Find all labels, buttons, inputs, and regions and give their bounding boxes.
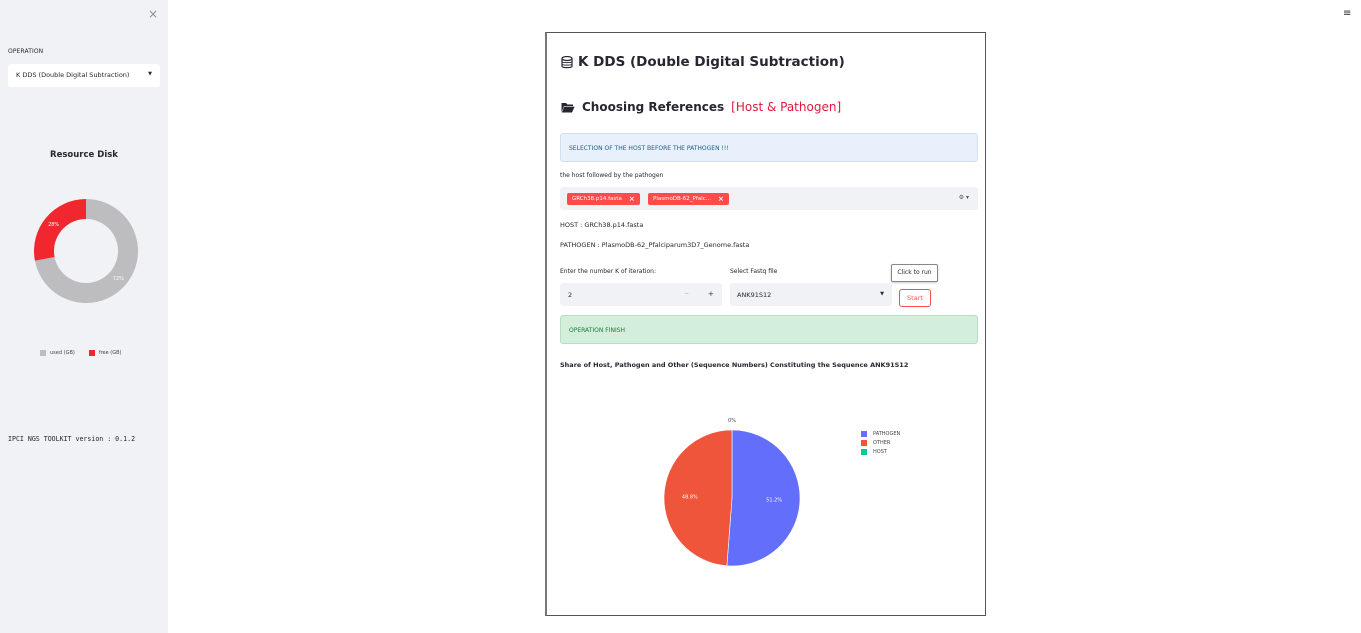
tag-host: GRCh38.p14.fasta × [567, 193, 640, 205]
donut-label-used: 72% [113, 276, 124, 282]
start-button[interactable]: Start [899, 289, 931, 307]
remove-tag-icon[interactable]: × [629, 195, 635, 203]
fastq-label: Select Fastq file [730, 268, 778, 275]
pie-slice-pathogen [726, 429, 801, 567]
decrement-button[interactable]: − [684, 290, 689, 297]
reference-multiselect[interactable]: GRCh38.p14.fasta × PlasmoDB-62_Pfalc... … [560, 187, 978, 210]
section-title-highlight: [Host & Pathogen] [731, 100, 842, 114]
remove-tag-icon[interactable]: × [718, 195, 724, 203]
success-banner: OPERATION FINISH [560, 315, 978, 344]
pathogen-line: PATHOGEN : PlasmoDB-62_Pfalciparum3D7_Ge… [560, 241, 750, 249]
pie-legend: PATHOGEN OTHER HOST [861, 431, 900, 458]
increment-button[interactable]: + [708, 290, 714, 298]
legend-swatch [861, 431, 867, 437]
tag-host-label: GRCh38.p14.fasta [572, 196, 622, 202]
pie-slice-other [663, 429, 733, 567]
host-line: HOST : GRCh38.p14.fasta [560, 221, 644, 229]
sidebar: × OPERATION K DDS (Double Digital Subtra… [0, 0, 168, 633]
main-card: K DDS (Double Digital Subtraction) Choos… [545, 32, 986, 616]
page-title-text: K DDS (Double Digital Subtraction) [578, 54, 845, 70]
legend-free: free (GB) [98, 350, 122, 356]
multiselect-label: the host followed by the pathogen [560, 172, 664, 179]
section-title-text: Choosing References [582, 100, 725, 114]
chevron-down-icon: ▼ [880, 291, 884, 297]
donut-label-free: 28% [48, 222, 59, 228]
legend-swatch [861, 440, 867, 446]
k-iteration-value: 2 [568, 291, 573, 299]
database-icon [561, 55, 573, 68]
operation-select[interactable]: K DDS (Double Digital Subtraction) ▼ [8, 64, 160, 87]
k-iteration-label: Enter the number K of iteration: [560, 268, 656, 275]
folder-open-icon [561, 102, 575, 112]
pie-label-host: 0% [728, 418, 736, 424]
close-sidebar-icon[interactable]: × [148, 7, 158, 21]
resource-disk-donut: 72% 28% [34, 199, 139, 303]
legend-item-host[interactable]: HOST [861, 449, 900, 455]
legend-label: PATHOGEN [873, 431, 901, 437]
pie-label-other: 48.8% [682, 494, 698, 500]
start-tooltip: Click to run [891, 264, 938, 282]
used-swatch [40, 350, 46, 356]
sequence-share-pie-chart: 51.2% 48.8% 0% [663, 418, 801, 567]
section-title: Choosing References [Host & Pathogen] [561, 100, 841, 114]
resource-disk-title: Resource Disk [50, 150, 118, 160]
tag-pathogen: PlasmoDB-62_Pfalc... × [648, 193, 729, 205]
k-iteration-input[interactable]: 2 − + [560, 283, 722, 306]
page-title: K DDS (Double Digital Subtraction) [561, 54, 845, 70]
legend-label: OTHER [873, 440, 891, 446]
donut-slice-free [34, 199, 86, 261]
chevron-down-icon: ▼ [148, 71, 152, 77]
tag-pathogen-label: PlasmoDB-62_Pfalc... [653, 196, 711, 202]
operation-label: OPERATION [8, 48, 44, 55]
operation-select-value: K DDS (Double Digital Subtraction) [16, 71, 130, 79]
disk-legend: used (GB) free (GB) [40, 350, 121, 356]
multiselect-controls-icon[interactable]: ⚙ ▾ [959, 194, 969, 201]
info-banner: SELECTION OF THE HOST BEFORE THE PATHOGE… [560, 133, 978, 162]
legend-item-pathogen[interactable]: PATHOGEN [861, 431, 900, 437]
legend-swatch [861, 449, 867, 455]
legend-item-other[interactable]: OTHER [861, 440, 900, 446]
pie-label-pathogen: 51.2% [766, 498, 782, 504]
fastq-select-value: ANK91S12 [737, 291, 772, 299]
free-swatch [88, 350, 95, 356]
chart-title: Share of Host, Pathogen and Other (Seque… [560, 361, 909, 369]
legend-label: HOST [873, 449, 887, 455]
fastq-select[interactable]: ANK91S12 ▼ [730, 283, 892, 306]
legend-used: used (GB) [50, 350, 75, 356]
hamburger-menu-icon[interactable]: ≡ [1343, 8, 1351, 19]
version-text: IPCI NGS TOOLKIT version : 0.1.2 [8, 435, 136, 443]
